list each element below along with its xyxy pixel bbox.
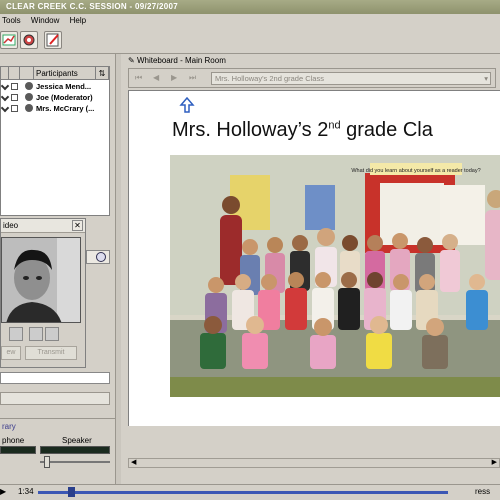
slide-title-superscript: nd	[328, 119, 341, 132]
volume-slider-thumb[interactable]	[44, 456, 50, 468]
participants-header-label: Participants	[36, 69, 78, 78]
speaker-label: Speaker	[62, 436, 92, 445]
playback-bar: ▶ 1:34 ress	[0, 484, 500, 500]
user-icon	[25, 93, 33, 101]
page-select-value: Mrs. Holloway's 2nd grade Class	[215, 74, 324, 83]
playback-time: 1:34	[18, 487, 34, 496]
checkbox[interactable]	[11, 94, 18, 101]
checkbox[interactable]	[11, 83, 18, 90]
check-icon	[0, 92, 10, 102]
video-window-title: ideo	[3, 221, 19, 230]
scroll-right-icon[interactable]: ▶	[492, 458, 497, 466]
check-icon	[0, 103, 10, 113]
user-icon	[25, 82, 33, 90]
column-box[interactable]	[9, 67, 20, 80]
menu-bar: Tools Window Help	[0, 14, 500, 28]
whiteboard-navigation-bar: ⏮ ◀ ▶ ⏭ Mrs. Holloway's 2nd grade Class …	[128, 68, 496, 88]
video-control-button[interactable]	[29, 327, 43, 341]
pointer-arrow-icon	[179, 97, 195, 113]
video-control-button[interactable]	[9, 327, 23, 341]
pencil-icon	[46, 33, 59, 47]
column-status[interactable]	[20, 67, 34, 80]
microphone-label: phone	[2, 436, 25, 445]
settings-tool-button[interactable]	[20, 31, 38, 49]
text-input[interactable]	[0, 372, 110, 384]
menu-tools[interactable]: Tools	[2, 16, 21, 25]
checkbox[interactable]	[11, 105, 18, 112]
participant-row[interactable]: Mrs. McCrary (...	[0, 103, 109, 114]
clock-icon	[96, 252, 106, 262]
slide-title: Mrs. Holloway’s 2nd grade Cla	[172, 119, 433, 142]
webcam-video	[1, 237, 81, 323]
transmit-button[interactable]: Transmit	[25, 346, 77, 360]
whiteboard-tab-label: Whiteboard - Main Room	[136, 56, 226, 65]
video-window-title-bar[interactable]: ideo ✕	[1, 219, 85, 233]
first-page-icon[interactable]: ⏮	[135, 73, 142, 83]
slide-title-rest: grade Cla	[340, 119, 433, 141]
playback-right-label: ress	[475, 487, 491, 496]
edit-tool-button[interactable]	[44, 31, 62, 49]
last-page-icon[interactable]: ⏭	[189, 73, 196, 83]
participant-name: Jessica Mend...	[36, 82, 92, 91]
previous-page-icon[interactable]: ◀	[153, 73, 159, 82]
class-photo: What did you learn about yourself as a r…	[170, 155, 500, 397]
gear-icon	[23, 34, 35, 46]
whiteboard-tab[interactable]: ✎ Whiteboard - Main Room	[128, 55, 498, 67]
video-control-button[interactable]	[45, 327, 59, 341]
whiteboard-canvas[interactable]: Mrs. Holloway’s 2nd grade Cla What did y…	[128, 90, 500, 426]
view-button-label: ew	[6, 349, 16, 356]
speaker-level-meter	[40, 446, 110, 454]
class-photo-image: What did you learn about yourself as a r…	[170, 155, 500, 397]
audio-section-label: rary	[2, 422, 16, 431]
participant-name: Mrs. McCrary (...	[36, 104, 95, 113]
participant-row[interactable]: Jessica Mend...	[0, 81, 109, 92]
close-icon[interactable]: ✕	[72, 220, 83, 231]
chart-tool-button[interactable]	[0, 31, 18, 49]
panel-splitter[interactable]	[115, 54, 121, 484]
menu-window[interactable]: Window	[31, 16, 59, 25]
whiteboard-horizontal-scrollbar[interactable]: ◀ ▶	[128, 458, 500, 468]
next-page-icon[interactable]: ▶	[171, 73, 177, 82]
participants-panel: Participants ⇅ Jessica Mend... Joe (Mode…	[0, 66, 110, 216]
dropdown[interactable]	[0, 392, 110, 405]
sort-button[interactable]: ⇅	[96, 67, 109, 80]
volume-slider-track[interactable]	[40, 461, 110, 463]
user-icon	[25, 104, 33, 112]
webcam-person-image	[2, 238, 80, 322]
scroll-left-icon[interactable]: ◀	[131, 458, 136, 466]
menu-help[interactable]: Help	[70, 16, 86, 25]
seek-track[interactable]	[38, 491, 448, 494]
window-title: CLEAR CREEK C.C. SESSION - 09/27/2007	[6, 2, 179, 11]
check-icon	[0, 81, 10, 91]
window-title-bar[interactable]: CLEAR CREEK C.C. SESSION - 09/27/2007	[0, 0, 500, 14]
column-participants[interactable]: Participants	[34, 67, 96, 80]
view-button[interactable]: ew	[1, 346, 21, 360]
transmit-button-label: Transmit	[37, 349, 65, 356]
play-icon[interactable]: ▶	[0, 485, 6, 499]
pencil-icon: ✎	[128, 56, 135, 65]
video-window: ideo ✕ ew Transmit	[0, 218, 86, 368]
toolbar	[0, 28, 500, 54]
seek-thumb[interactable]	[68, 487, 75, 497]
classroom-banner: What did you learn about yourself as a r…	[351, 168, 480, 174]
page-select[interactable]: Mrs. Holloway's 2nd grade Class ▾	[211, 72, 491, 85]
column-check[interactable]	[1, 67, 9, 80]
participants-header: Participants ⇅	[1, 67, 109, 80]
chart-icon	[2, 34, 16, 46]
audio-panel: rary phone Speaker	[0, 418, 115, 486]
participant-row[interactable]: Joe (Moderator)	[0, 92, 109, 103]
microphone-level-meter	[0, 446, 36, 454]
chevron-down-icon: ▾	[484, 74, 488, 83]
participant-name: Joe (Moderator)	[36, 93, 93, 102]
slide-title-text: Mrs. Holloway’s 2	[172, 119, 329, 141]
